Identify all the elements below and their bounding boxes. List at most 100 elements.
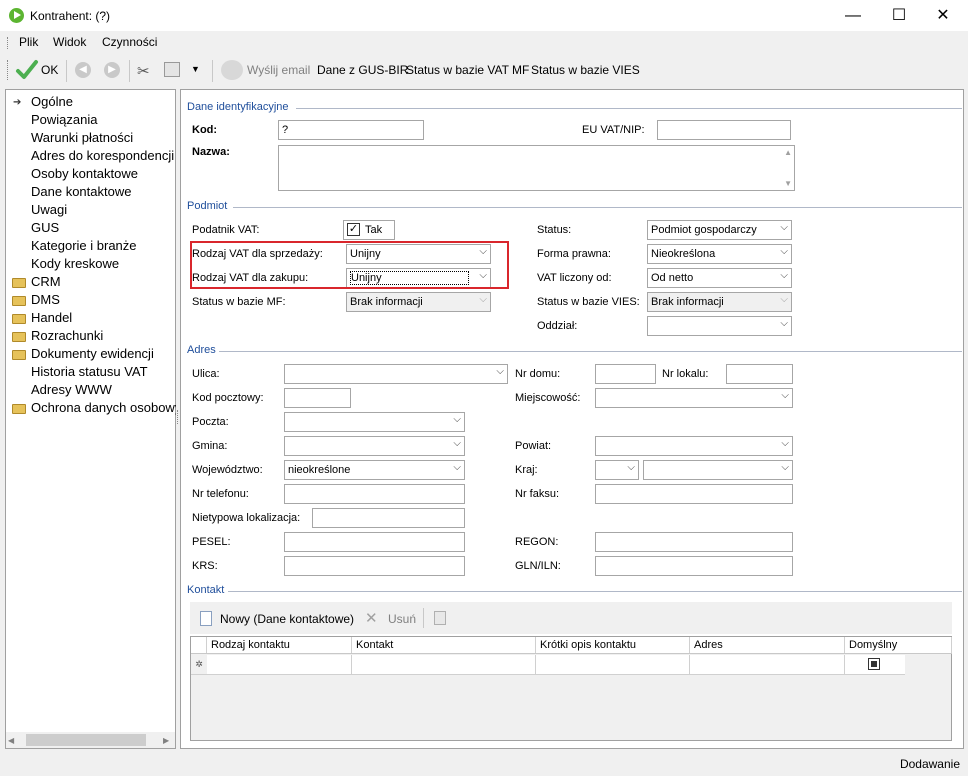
menu-czynnosci[interactable]: Czynności	[102, 35, 157, 49]
kod-pocztowy-input[interactable]	[284, 388, 351, 408]
vat-liczony-od-select[interactable]: Od netto ⌵	[647, 268, 792, 288]
sidebar-folder[interactable]: Rozrachunki	[31, 328, 176, 343]
podatnik-vat-label: Podatnik VAT:	[192, 224, 260, 236]
pesel-label: PESEL:	[192, 536, 231, 548]
sidebar-item[interactable]: Osoby kontaktowe	[31, 166, 176, 181]
domyslny-checkbox[interactable]	[868, 658, 880, 670]
chevron-down-icon: ⌵	[781, 390, 789, 401]
nr-domu-label: Nr domu:	[515, 368, 561, 380]
powiat-select[interactable]: ⌵	[595, 436, 793, 456]
pesel-input[interactable]	[284, 532, 465, 552]
sidebar-folder[interactable]: CRM	[31, 274, 176, 289]
vat-mf-button[interactable]: Status w bazie VAT MF	[406, 63, 529, 77]
nr-domu-input[interactable]	[595, 364, 656, 384]
main-panel: Dane identyfikacyjne Kod: ? EU VAT/NIP: …	[180, 89, 964, 749]
col-domyslny[interactable]: Domyślny	[845, 637, 952, 653]
forward-icon[interactable]: ▶	[104, 62, 120, 78]
nr-faksu-input[interactable]	[595, 484, 793, 504]
status-vies-label: Status w bazie VIES:	[537, 296, 640, 308]
new-document-icon	[200, 611, 212, 626]
sidebar-item[interactable]: Kody kreskowe	[31, 256, 176, 271]
print-icon[interactable]	[164, 62, 180, 77]
delete-contact-button[interactable]: Usuń	[388, 612, 416, 626]
sidebar-folder[interactable]: DMS	[31, 292, 176, 307]
sidebar-item[interactable]: Adresy WWW	[31, 382, 176, 397]
chevron-down-icon: ⌵	[479, 294, 487, 305]
nazwa-textarea[interactable]: ▲ ▼	[278, 145, 795, 191]
col-kontakt[interactable]: Kontakt	[352, 637, 536, 653]
status-label: Status:	[537, 224, 572, 236]
tools-icon[interactable]: ✂	[137, 62, 150, 80]
gmina-select[interactable]: ⌵	[284, 436, 465, 456]
section-ident-title: Dane identyfikacyjne	[187, 101, 289, 113]
miejscowosc-select[interactable]: ⌵	[595, 388, 793, 408]
oddzial-label: Oddział:	[537, 320, 578, 332]
krs-label: KRS:	[192, 560, 218, 572]
nietypowa-lokalizacja-input[interactable]	[312, 508, 465, 528]
sidebar-scrollbar[interactable]: ◀ ▶	[6, 732, 175, 748]
kraj-select[interactable]: ⌵	[643, 460, 793, 480]
euvat-input[interactable]	[657, 120, 791, 140]
kraj-code-select[interactable]: ⌵	[595, 460, 639, 480]
krs-input[interactable]	[284, 556, 465, 576]
menu-plik[interactable]: Plik	[19, 35, 38, 49]
sidebar-item[interactable]: Powiązania	[31, 112, 176, 127]
nr-lokalu-label: Nr lokalu:	[662, 368, 709, 380]
vies-button[interactable]: Status w bazie VIES	[531, 63, 640, 77]
sidebar-folder[interactable]: Dokumenty ewidencji	[31, 346, 176, 361]
print-dropdown-icon[interactable]: ▼	[191, 64, 200, 74]
sidebar-item[interactable]: Ogólne	[31, 94, 176, 109]
sidebar-folder[interactable]: Handel	[31, 310, 176, 325]
poczta-select[interactable]: ⌵	[284, 412, 465, 432]
chevron-down-icon: ⌵	[453, 414, 461, 425]
sidebar-folder[interactable]: Ochrona danych osobowych	[31, 400, 176, 415]
col-krotki-opis[interactable]: Krótki opis kontaktu	[536, 637, 690, 653]
sidebar: ➔ Ogólne Powiązania Warunki płatności Adres…	[5, 89, 176, 749]
minimize-button[interactable]: —	[830, 0, 876, 31]
table-row[interactable]: ✲	[191, 655, 905, 675]
chevron-down-icon: ⌵	[781, 438, 789, 449]
sidebar-item[interactable]: Warunki płatności	[31, 130, 176, 145]
forma-prawna-label: Forma prawna:	[537, 248, 611, 260]
nr-lokalu-input[interactable]	[726, 364, 793, 384]
maximize-button[interactable]: ☐	[876, 0, 922, 31]
new-contact-button[interactable]: Nowy (Dane kontaktowe)	[220, 612, 354, 626]
gln-input[interactable]	[595, 556, 793, 576]
section-podmiot-title: Podmiot	[187, 200, 228, 212]
sidebar-item[interactable]: Historia statusu VAT	[31, 364, 176, 379]
chevron-down-icon: ⌵	[496, 366, 504, 377]
nietypowa-lokalizacja-label: Nietypowa lokalizacja:	[192, 512, 301, 524]
podatnik-vat-checkbox[interactable]: ✓ Tak	[343, 220, 395, 240]
ok-button[interactable]: OK	[14, 58, 60, 82]
sidebar-item[interactable]: GUS	[31, 220, 176, 235]
close-button[interactable]: ✕	[920, 0, 966, 31]
email-icon[interactable]	[221, 60, 243, 80]
sidebar-item[interactable]: Adres do korespondencji	[31, 148, 176, 163]
wojewodztwo-select[interactable]: nieokreślone ⌵	[284, 460, 465, 480]
send-email-button[interactable]: Wyślij email	[247, 63, 310, 77]
col-rodzaj-kontaktu[interactable]: Rodzaj kontaktu	[207, 637, 352, 653]
chevron-down-icon: ⌵	[780, 222, 788, 233]
edit-icon[interactable]	[434, 611, 446, 625]
vat-liczony-od-label: VAT liczony od:	[537, 272, 612, 284]
kod-input[interactable]: ?	[278, 120, 424, 140]
nr-telefonu-input[interactable]	[284, 484, 465, 504]
sidebar-item[interactable]: Dane kontaktowe	[31, 184, 176, 199]
back-icon[interactable]: ◀	[75, 62, 91, 78]
regon-input[interactable]	[595, 532, 793, 552]
ulica-select[interactable]: ⌵	[284, 364, 508, 384]
oddzial-select[interactable]: ⌵	[647, 316, 792, 336]
folder-icon	[12, 278, 26, 288]
col-adres[interactable]: Adres	[690, 637, 845, 653]
gus-button[interactable]: Dane z GUS-BIR	[317, 63, 408, 77]
forma-prawna-select[interactable]: Nieokreślona ⌵	[647, 244, 792, 264]
menu-widok[interactable]: Widok	[53, 35, 86, 49]
chevron-down-icon: ⌵	[780, 246, 788, 257]
nr-telefonu-label: Nr telefonu:	[192, 488, 249, 500]
ok-label: OK	[41, 63, 59, 77]
splitter-handle[interactable]	[177, 410, 179, 424]
status-select[interactable]: Podmiot gospodarczy ⌵	[647, 220, 792, 240]
ulica-label: Ulica:	[192, 368, 220, 380]
sidebar-item[interactable]: Kategorie i branże	[31, 238, 176, 253]
sidebar-item[interactable]: Uwagi	[31, 202, 176, 217]
